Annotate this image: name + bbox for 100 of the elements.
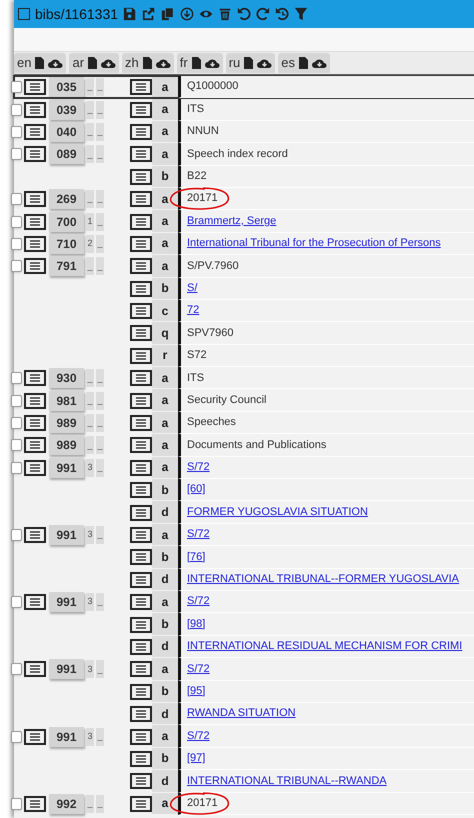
history-icon[interactable] <box>275 7 290 21</box>
indicator-field[interactable]: _ <box>86 145 94 164</box>
subfield-code[interactable]: c <box>152 300 178 322</box>
filter-icon[interactable] <box>294 7 308 21</box>
subfield-menu-button[interactable] <box>130 773 152 790</box>
field-menu-button[interactable] <box>24 392 46 409</box>
subfield-code[interactable]: a <box>152 255 178 278</box>
field-checkbox[interactable] <box>11 462 22 474</box>
subfield-code[interactable]: a <box>152 232 178 256</box>
subfield-link[interactable]: S/72 <box>187 526 210 543</box>
menu-icon[interactable] <box>136 576 146 584</box>
subfield-menu-button[interactable] <box>130 728 152 745</box>
menu-icon[interactable] <box>136 531 146 539</box>
menu-icon[interactable] <box>136 732 146 741</box>
record-checkbox[interactable] <box>18 8 30 20</box>
menu-icon[interactable] <box>136 195 146 204</box>
field-checkbox[interactable] <box>11 730 22 743</box>
field-tag[interactable]: 040 <box>49 122 84 142</box>
field-tag[interactable]: 981 <box>49 390 84 411</box>
indicator-field[interactable]: _ <box>96 794 104 813</box>
file-icon[interactable] <box>244 57 254 69</box>
menu-icon[interactable] <box>30 732 40 741</box>
indicator-field[interactable]: _ <box>86 78 94 96</box>
indicator-field[interactable]: _ <box>96 660 104 678</box>
field-checkbox[interactable] <box>11 596 22 608</box>
subfield-menu-button[interactable] <box>130 549 152 566</box>
indicator-field[interactable]: 1 <box>86 212 94 231</box>
subfield-code[interactable]: a <box>152 725 178 748</box>
field-row[interactable]: 991 3 _ a S/72 b [95] d RWANDA SITUATION <box>14 658 474 726</box>
indicator-field[interactable]: _ <box>96 436 104 454</box>
subfield-code[interactable]: a <box>152 412 178 434</box>
subfield-code[interactable]: a <box>152 658 178 681</box>
indicator-field[interactable]: _ <box>96 728 104 746</box>
subfield-link[interactable]: Brammertz, Serge <box>187 212 276 230</box>
menu-icon[interactable] <box>30 83 40 92</box>
menu-icon[interactable] <box>136 642 146 651</box>
subfield-menu-button[interactable] <box>130 303 152 320</box>
indicator-field[interactable]: _ <box>96 593 104 612</box>
menu-icon[interactable] <box>30 150 40 158</box>
field-menu-button[interactable] <box>24 661 46 678</box>
subfield-menu-button[interactable] <box>130 102 152 118</box>
subfield-code[interactable]: d <box>152 770 178 792</box>
indicator-field[interactable]: _ <box>96 414 104 432</box>
menu-icon[interactable] <box>136 553 146 562</box>
field-tag[interactable]: 930 <box>49 368 84 388</box>
menu-icon[interactable] <box>136 665 146 674</box>
menu-icon[interactable] <box>30 396 40 405</box>
field-tag[interactable]: 991 <box>49 726 84 747</box>
subfield-menu-button[interactable] <box>130 661 152 678</box>
subfield-code[interactable]: b <box>152 278 178 300</box>
subfield-menu-button[interactable] <box>130 146 152 162</box>
indicator-field[interactable]: _ <box>86 794 94 813</box>
field-checkbox[interactable] <box>11 193 22 206</box>
subfield-link[interactable]: 72 <box>187 302 200 319</box>
cloud-download-icon[interactable] <box>48 57 64 69</box>
menu-icon[interactable] <box>136 710 146 718</box>
menu-icon[interactable] <box>136 620 146 629</box>
field-menu-button[interactable] <box>24 191 46 208</box>
file-icon[interactable] <box>142 57 152 69</box>
subfield-code[interactable]: a <box>152 792 178 815</box>
share-icon[interactable] <box>142 7 156 21</box>
field-menu-button[interactable] <box>24 146 46 162</box>
subfield-link[interactable]: [97] <box>187 750 206 767</box>
menu-icon[interactable] <box>136 106 146 114</box>
field-tag[interactable]: 791 <box>49 256 84 276</box>
field-tag[interactable]: 989 <box>49 435 84 456</box>
menu-icon[interactable] <box>136 284 146 293</box>
subfield-link[interactable]: [76] <box>187 548 206 566</box>
menu-icon[interactable] <box>30 464 40 472</box>
subfield-code[interactable]: q <box>152 322 178 345</box>
subfield-menu-button[interactable] <box>130 124 152 140</box>
subfield-menu-button[interactable] <box>130 370 152 386</box>
indicator-field[interactable]: _ <box>96 234 104 253</box>
subfield-link[interactable]: FORMER YUGOSLAVIA SITUATION <box>187 504 368 520</box>
field-menu-button[interactable] <box>24 79 46 96</box>
menu-icon[interactable] <box>30 128 40 136</box>
field-menu-button[interactable] <box>24 258 46 274</box>
menu-icon[interactable] <box>30 106 40 114</box>
indicator-field[interactable]: 2 <box>86 234 94 253</box>
subfield-code[interactable]: b <box>152 479 178 502</box>
file-icon[interactable] <box>192 57 201 69</box>
cloud-download-icon[interactable] <box>101 57 116 69</box>
redo-icon[interactable] <box>256 7 270 21</box>
subfield-menu-button[interactable] <box>130 706 152 722</box>
menu-icon[interactable] <box>30 195 40 204</box>
field-tag[interactable]: 991 <box>49 592 84 612</box>
field-menu-button[interactable] <box>24 370 46 386</box>
subfield-menu-button[interactable] <box>130 504 152 521</box>
subfield-menu-button[interactable] <box>130 214 152 230</box>
subfield-link[interactable]: INTERNATIONAL RESIDUAL MECHANISM FOR CRIMI <box>187 638 462 655</box>
subfield-code[interactable]: b <box>152 166 178 188</box>
field-checkbox[interactable] <box>11 126 22 138</box>
subfield-menu-button[interactable] <box>130 796 152 812</box>
field-checkbox[interactable] <box>11 216 22 228</box>
subfield-link[interactable]: S/72 <box>187 459 210 476</box>
field-tag[interactable]: 269 <box>49 189 84 210</box>
subfield-code[interactable]: d <box>152 568 178 591</box>
menu-icon[interactable] <box>30 419 40 428</box>
subfield-link[interactable]: S/ <box>187 280 198 296</box>
menu-icon[interactable] <box>136 800 146 808</box>
